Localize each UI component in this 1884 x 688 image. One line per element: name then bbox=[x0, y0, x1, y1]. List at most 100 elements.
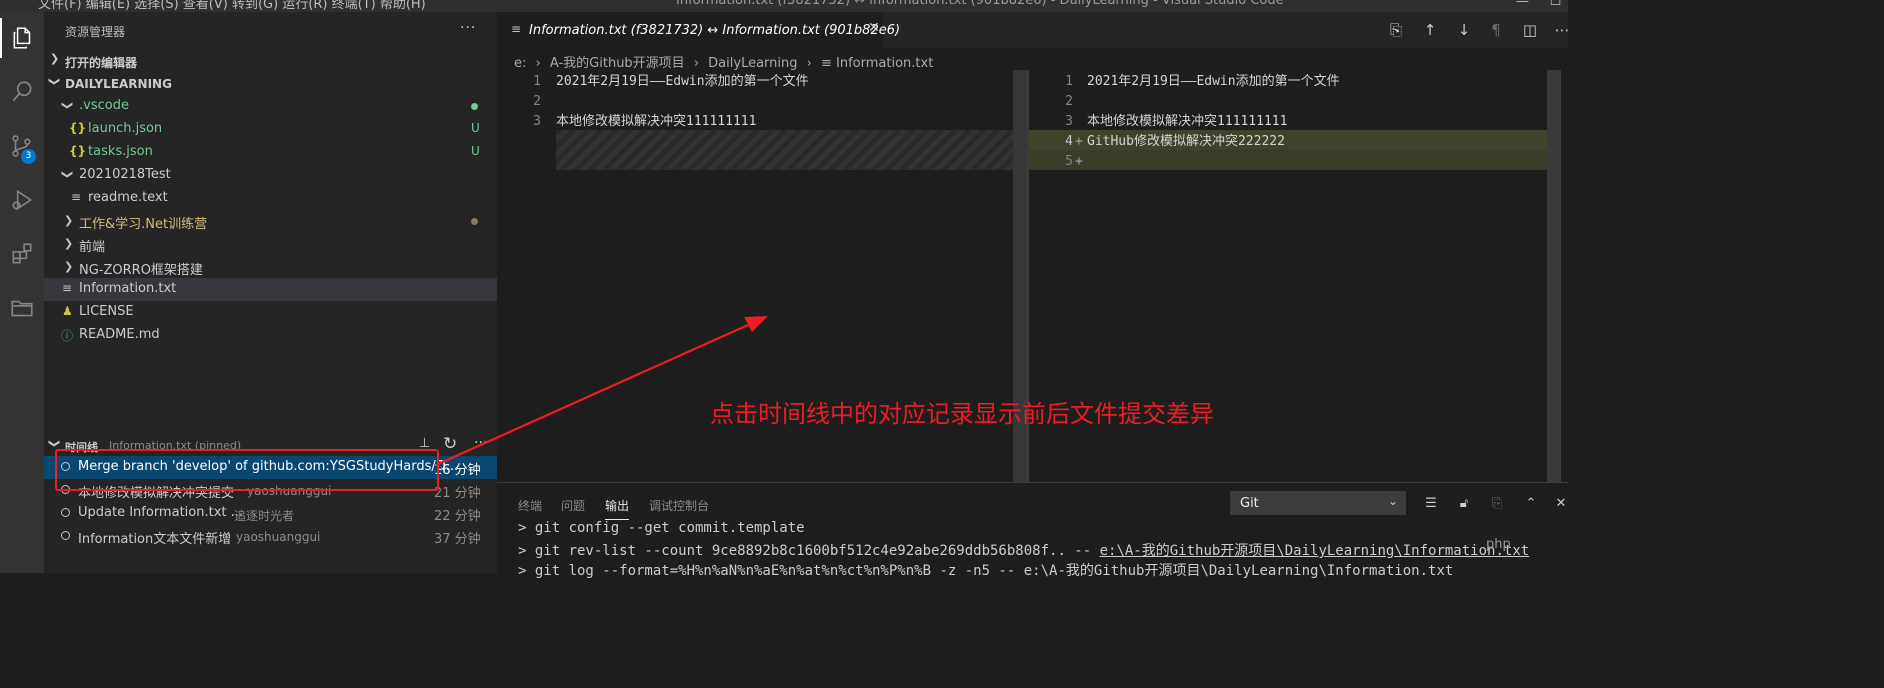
tree-item-vscode-folder[interactable]: ❯ .vscode bbox=[44, 95, 497, 118]
chevron-right-icon: › bbox=[806, 56, 812, 71]
output-line: > git rev-list --count 9ce8892b8c1600bf5… bbox=[518, 540, 1529, 560]
chevron-up-icon[interactable]: ⌃ bbox=[1521, 493, 1541, 513]
diff-add-marker: + bbox=[1075, 134, 1083, 149]
chevron-down-icon: ❯ bbox=[61, 100, 75, 111]
chevron-down-icon: ❯ bbox=[48, 76, 62, 87]
tree-item-label: readme.text bbox=[88, 190, 168, 205]
tree-item-frontend-folder[interactable]: ❯ 前端 bbox=[44, 233, 497, 256]
commit-node-icon bbox=[61, 508, 70, 517]
right-scrollbar[interactable] bbox=[1547, 70, 1561, 482]
tree-item-readme-text[interactable]: ≡ readme.text bbox=[44, 187, 497, 210]
timeline-entry-time: 16 分钟 bbox=[434, 463, 481, 478]
explorer-header: 资源管理器 ··· bbox=[44, 20, 497, 42]
pilcrow-icon[interactable]: ¶ bbox=[1484, 18, 1508, 42]
explorer-icon[interactable] bbox=[0, 18, 44, 58]
tree-item-test-folder[interactable]: ❯ 20210218Test bbox=[44, 164, 497, 187]
line-number: 3 bbox=[533, 114, 541, 129]
title-bar: 文件(F) 编辑(E) 选择(S) 查看(V) 转到(G) 运行(R) 终端(T… bbox=[0, 0, 1568, 12]
folder-icon[interactable] bbox=[0, 288, 44, 328]
timeline-entry-author: 追逐时光者 bbox=[234, 509, 295, 523]
window-controls[interactable]: — ☐ bbox=[1516, 0, 1561, 9]
output-line: > git config --get commit.template bbox=[518, 520, 805, 536]
output-link[interactable]: e:\A-我的Github开源项目\DailyLearning\Informat… bbox=[1024, 563, 1454, 579]
tree-item-label: 前端 bbox=[79, 240, 106, 255]
timeline-entry-time: 22 分钟 bbox=[434, 509, 481, 524]
tree-item-readme-md[interactable]: ⓘ README.md bbox=[44, 324, 497, 347]
search-icon[interactable] bbox=[0, 72, 44, 112]
scm-badge: 3 bbox=[21, 149, 36, 164]
output-text: > git log --format=%H%n%aN%n%aE%n%at%n%c… bbox=[518, 563, 1024, 579]
workspace-section[interactable]: ❯ DAILYLEARNING bbox=[44, 73, 497, 95]
source-control-icon[interactable]: 3 bbox=[0, 126, 44, 166]
extensions-icon[interactable] bbox=[0, 234, 44, 274]
run-debug-icon[interactable] bbox=[0, 180, 44, 220]
text-file-icon: ≡ bbox=[62, 281, 73, 295]
output-channel-value: Git bbox=[1240, 496, 1259, 511]
menu-bar[interactable]: 文件(F) 编辑(E) 选择(S) 查看(V) 转到(G) 运行(R) 终端(T… bbox=[38, 0, 426, 12]
tree-item-net-folder[interactable]: ❯ 工作&学习.Net训练营 bbox=[44, 210, 497, 233]
more-actions-icon[interactable]: ⋯ bbox=[1550, 18, 1574, 42]
panel-tab-debug-console[interactable]: 调试控制台 bbox=[649, 497, 709, 514]
breadcrumb-item[interactable]: A-我的Github开源项目 bbox=[550, 56, 685, 71]
arrow-up-icon[interactable]: ↑ bbox=[1418, 18, 1442, 42]
chevron-right-icon: › bbox=[693, 56, 700, 71]
breadcrumb: e: › A-我的Github开源项目 › DailyLearning › ≡ … bbox=[514, 52, 933, 71]
tree-item-label: 工作&学习.Net训练营 bbox=[79, 217, 208, 232]
panel-tab-problems[interactable]: 问题 bbox=[561, 497, 585, 514]
close-icon[interactable]: ✕ bbox=[868, 20, 880, 36]
panel-tab-output[interactable]: 输出 bbox=[605, 497, 630, 520]
clear-output-icon[interactable]: ☰ bbox=[1421, 493, 1441, 513]
more-actions-icon[interactable]: ··· bbox=[474, 435, 487, 451]
refresh-icon[interactable]: ↻ bbox=[443, 434, 457, 454]
open-log-icon[interactable]: ⎘ bbox=[1487, 493, 1507, 513]
info-icon: ⓘ bbox=[61, 329, 74, 343]
diff-placeholder-hatch bbox=[556, 130, 1026, 170]
tree-item-label: tasks.json bbox=[88, 144, 153, 159]
tab-information-diff[interactable]: ≡ Information.txt (f3821732) ↔ Informati… bbox=[497, 12, 900, 48]
text-file-icon: ≡ bbox=[821, 56, 837, 71]
breadcrumb-item[interactable]: DailyLearning bbox=[708, 56, 797, 71]
text-file-icon: ≡ bbox=[511, 22, 522, 36]
timeline-entry-time: 37 分钟 bbox=[434, 532, 481, 547]
json-file-icon: {} bbox=[69, 144, 87, 158]
tab-label: Information.txt (f3821732) ↔ Information… bbox=[529, 23, 901, 38]
modified-dot-icon bbox=[471, 218, 478, 225]
open-editors-section[interactable]: ❯ 打开的编辑器 bbox=[44, 50, 497, 72]
text-file-icon: ≡ bbox=[71, 190, 82, 204]
code-line: 本地修改模拟解决冲突111111111 bbox=[556, 114, 757, 129]
timeline-entry-author: yaoshuanggui bbox=[236, 530, 321, 544]
close-icon[interactable]: ✕ bbox=[1551, 493, 1571, 513]
breadcrumb-item[interactable]: Information.txt bbox=[836, 56, 933, 71]
lock-icon[interactable]: 🔓︎ bbox=[1454, 493, 1474, 513]
tree-item-launch-json[interactable]: {} launch.json U bbox=[44, 118, 497, 141]
more-actions-icon[interactable]: ··· bbox=[460, 20, 476, 36]
chevron-down-icon: ⌄ bbox=[1388, 494, 1399, 508]
timeline-entry[interactable]: Update Information.txt ... 追逐时光者 22 分钟 bbox=[44, 502, 497, 525]
output-link[interactable]: e:\A-我的Github开源项目\DailyLearning\Informat… bbox=[1100, 543, 1530, 559]
scrollbar-thumb[interactable] bbox=[1547, 70, 1561, 482]
tree-item-label: NG-ZORRO框架搭建 bbox=[79, 263, 203, 278]
code-line: 2021年2月19日——Edwin添加的第一个文件 bbox=[1087, 74, 1340, 89]
editor-actions: ⎘ ↑ ↓ ¶ ◫ ⋯ bbox=[1382, 18, 1570, 42]
inserted-line-highlight bbox=[1029, 150, 1561, 170]
json-file-icon: {} bbox=[69, 121, 87, 135]
arrow-down-icon[interactable]: ↓ bbox=[1452, 18, 1476, 42]
chevron-right-icon: ❯ bbox=[64, 214, 74, 227]
tree-item-information-txt[interactable]: ≡ Information.txt bbox=[44, 278, 497, 301]
tree-item-license[interactable]: ♟ LICENSE bbox=[44, 301, 497, 324]
panel-tab-terminal[interactable]: 终端 bbox=[518, 497, 542, 514]
split-editor-icon[interactable]: ◫ bbox=[1518, 18, 1542, 42]
tree-item-label: Information.txt bbox=[79, 281, 177, 296]
output-channel-select[interactable]: Git ⌄ bbox=[1230, 491, 1406, 515]
code-line: GitHub修改模拟解决冲突222222 bbox=[1087, 134, 1285, 149]
timeline-entry[interactable]: Information文本文件新增 yaoshuanggui 37 分钟 bbox=[44, 525, 497, 548]
open-file-icon[interactable]: ⎘ bbox=[1384, 18, 1408, 42]
timeline-entry-message: Update Information.txt ... bbox=[78, 505, 244, 520]
tree-item-tasks-json[interactable]: {} tasks.json U bbox=[44, 141, 497, 164]
tree-item-ngzorro-folder[interactable]: ❯ NG-ZORRO框架搭建 bbox=[44, 256, 497, 279]
watermark: php bbox=[1486, 537, 1511, 552]
explorer-title: 资源管理器 bbox=[65, 25, 126, 39]
breadcrumb-item[interactable]: e: bbox=[514, 56, 526, 71]
commit-node-icon bbox=[61, 531, 70, 540]
annotation-text: 点击时间线中的对应记录显示前后文件提交差异 bbox=[710, 400, 1214, 428]
